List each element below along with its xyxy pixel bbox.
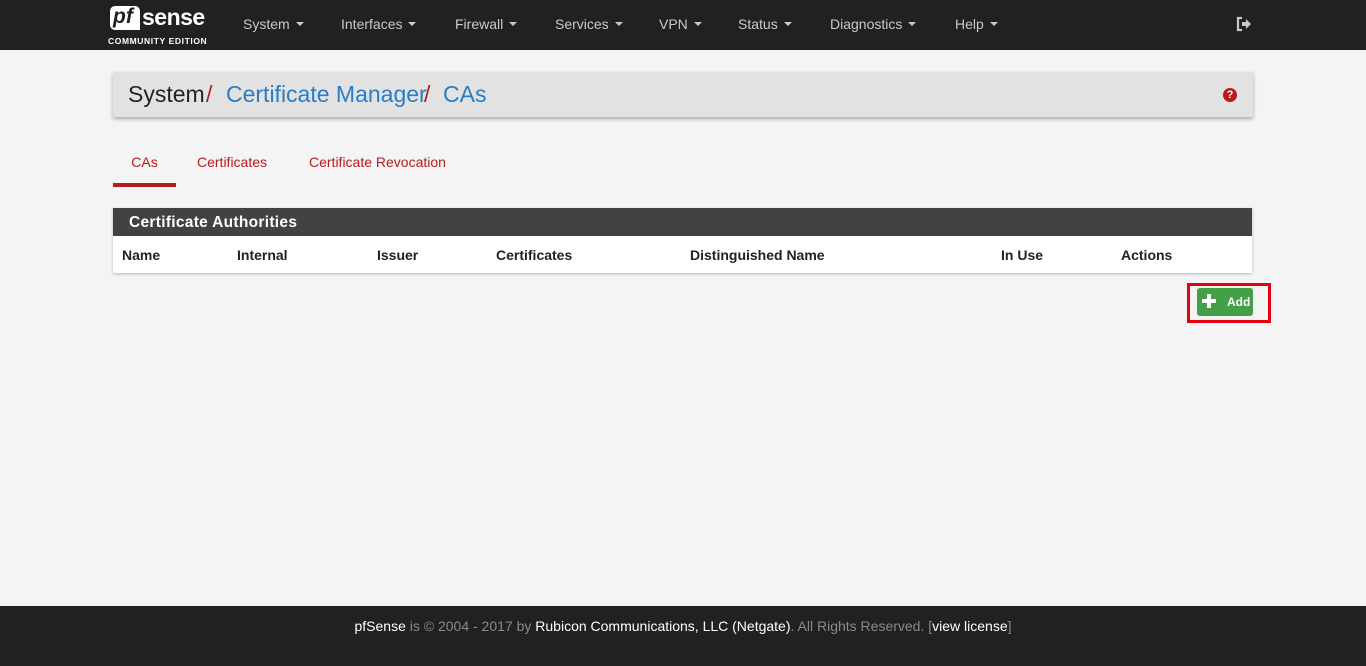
logout-icon[interactable] — [1236, 16, 1252, 32]
nav-firewall-label: Firewall — [455, 16, 504, 32]
help-icon[interactable]: ? — [1223, 88, 1237, 102]
nav-services[interactable]: Services — [555, 0, 623, 50]
column-header-issuer: Issuer — [377, 247, 419, 263]
pfsense-logo[interactable]: pf sense COMMUNITY EDITION — [108, 4, 218, 46]
footer-close-bracket: ] — [1007, 618, 1012, 634]
breadcrumb: System / Certificate Manager / CAs — [113, 72, 1253, 117]
footer-copyright: © 2004 - 2017 by — [423, 618, 532, 634]
footer-product: pfSense — [354, 618, 406, 634]
tab-certificate-revocation[interactable]: Certificate Revocation — [309, 147, 446, 187]
plus-icon — [1202, 294, 1216, 308]
nav-interfaces[interactable]: Interfaces — [341, 0, 417, 50]
logo-pf-text: pf — [113, 5, 133, 28]
breadcrumb-cas[interactable]: CAs — [443, 72, 486, 117]
footer-rights: . All Rights Reserved. [ — [790, 618, 933, 634]
top-navbar: pf sense COMMUNITY EDITION System Interf… — [0, 0, 1366, 50]
column-header-actions: Actions — [1121, 247, 1173, 263]
tab-cas[interactable]: CAs — [113, 147, 176, 187]
breadcrumb-root: System — [128, 81, 205, 107]
breadcrumb-separator: / — [424, 81, 431, 107]
caret-down-icon — [408, 22, 417, 27]
nav-help[interactable]: Help — [955, 0, 998, 50]
footer: pfSense is © 2004 - 2017 by Rubicon Comm… — [0, 606, 1366, 666]
breadcrumb-separator: / — [206, 81, 213, 107]
tab-certificates[interactable]: Certificates — [197, 147, 267, 187]
caret-down-icon — [908, 22, 917, 27]
caret-down-icon — [295, 22, 304, 27]
logo-pf-badge: pf — [110, 5, 140, 30]
column-header-name: Name — [122, 247, 161, 263]
view-license-link[interactable]: view license — [932, 618, 1007, 634]
column-header-certificates: Certificates — [496, 247, 573, 263]
nav-diagnostics[interactable]: Diagnostics — [830, 0, 917, 50]
nav-system[interactable]: System — [243, 0, 304, 50]
caret-down-icon — [693, 22, 702, 27]
nav-status-label: Status — [738, 16, 778, 32]
nav-interfaces-label: Interfaces — [341, 16, 403, 32]
column-header-internal: Internal — [237, 247, 288, 263]
nav-vpn[interactable]: VPN — [659, 0, 702, 50]
caret-down-icon — [783, 22, 792, 27]
caret-down-icon — [989, 22, 998, 27]
caret-down-icon — [614, 22, 623, 27]
nav-help-label: Help — [955, 16, 984, 32]
breadcrumb-certificate-manager[interactable]: Certificate Manager — [226, 72, 427, 117]
logo-sense-text: sense — [142, 4, 205, 30]
nav-firewall[interactable]: Firewall — [455, 0, 518, 50]
column-header-in-use: In Use — [1001, 247, 1044, 263]
column-header-distinguished-name: Distinguished Name — [690, 247, 825, 263]
nav-vpn-label: VPN — [659, 16, 688, 32]
add-button[interactable]: Add — [1197, 288, 1253, 316]
nav-diagnostics-label: Diagnostics — [830, 16, 903, 32]
footer-company: Rubicon Communications, LLC (Netgate) — [535, 618, 791, 634]
panel-title: Certificate Authorities — [113, 208, 1252, 236]
nav-system-label: System — [243, 16, 290, 32]
nav-status[interactable]: Status — [738, 0, 792, 50]
footer-is: is — [409, 618, 420, 634]
add-button-label: Add — [1227, 295, 1251, 309]
certificate-authorities-panel: Certificate Authorities Name Internal Is… — [113, 208, 1252, 273]
logo-edition-text: COMMUNITY EDITION — [108, 36, 208, 46]
caret-down-icon — [509, 22, 518, 27]
nav-services-label: Services — [555, 16, 609, 32]
